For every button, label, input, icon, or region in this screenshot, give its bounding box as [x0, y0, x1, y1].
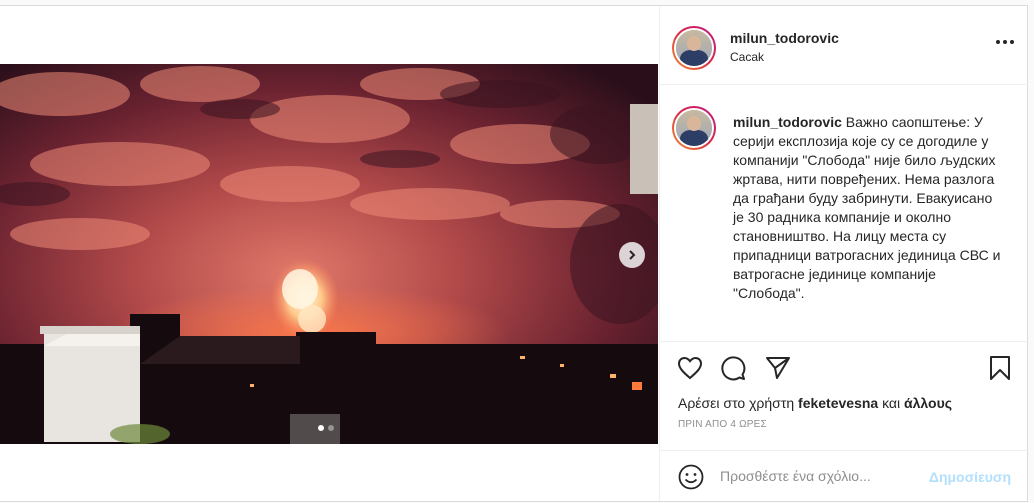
share-button[interactable] — [764, 354, 792, 382]
heart-icon — [677, 356, 703, 380]
like-button[interactable] — [676, 354, 704, 382]
post-media — [0, 6, 658, 501]
likes-others-link[interactable]: άλλους — [904, 395, 952, 411]
carousel-dot-active — [318, 425, 324, 431]
save-button[interactable] — [986, 354, 1014, 382]
likes-text: Αρέσει στο χρήστη feketevesna και άλλους — [678, 395, 952, 411]
caption-username[interactable]: milun_todorovic — [733, 114, 842, 130]
header-location[interactable]: Cacak — [730, 50, 764, 64]
caption-text: milun_todorovic Важно саопштење: У сериј… — [733, 113, 1003, 303]
carousel-dot — [328, 425, 334, 431]
likes-prefix: Αρέσει στο χρήστη — [678, 395, 795, 411]
caption-area: milun_todorovic Важно саопштење: У сериј… — [660, 86, 1029, 342]
bookmark-icon — [990, 356, 1010, 380]
caption-avatar[interactable] — [672, 106, 716, 150]
likes-user-link[interactable]: feketevesna — [798, 395, 878, 411]
post-photo[interactable] — [0, 64, 658, 444]
post-comment-button[interactable]: Δημοσίευση — [929, 469, 1011, 485]
comment-icon — [721, 356, 746, 381]
post-sidebar: milun_todorovic Cacak milun_todorovic Ва… — [659, 6, 1029, 501]
likes-joiner: και — [882, 395, 901, 411]
carousel-indicator — [318, 425, 334, 431]
caption-body: Важно саопштење: У серији експлозија кој… — [733, 114, 1001, 301]
header-username[interactable]: milun_todorovic — [730, 30, 839, 46]
avatar[interactable] — [672, 26, 716, 70]
post-timestamp[interactable]: ΠΡΙΝ ΑΠΟ 4 ΩΡΕΣ — [678, 419, 767, 430]
post-header: milun_todorovic Cacak — [660, 6, 1028, 85]
explosion-night-photo — [0, 64, 658, 444]
carousel-next-button[interactable] — [619, 242, 645, 268]
emoji-icon[interactable] — [678, 464, 704, 490]
comment-button[interactable] — [719, 354, 747, 382]
chevron-right-icon — [629, 250, 636, 260]
post-card: milun_todorovic Cacak milun_todorovic Ва… — [0, 5, 1029, 502]
more-options-icon[interactable] — [996, 40, 1014, 44]
action-bar — [660, 346, 1029, 390]
comment-input[interactable] — [720, 465, 920, 487]
paper-plane-icon — [766, 357, 790, 379]
comment-bar: Δημοσίευση — [660, 450, 1029, 501]
